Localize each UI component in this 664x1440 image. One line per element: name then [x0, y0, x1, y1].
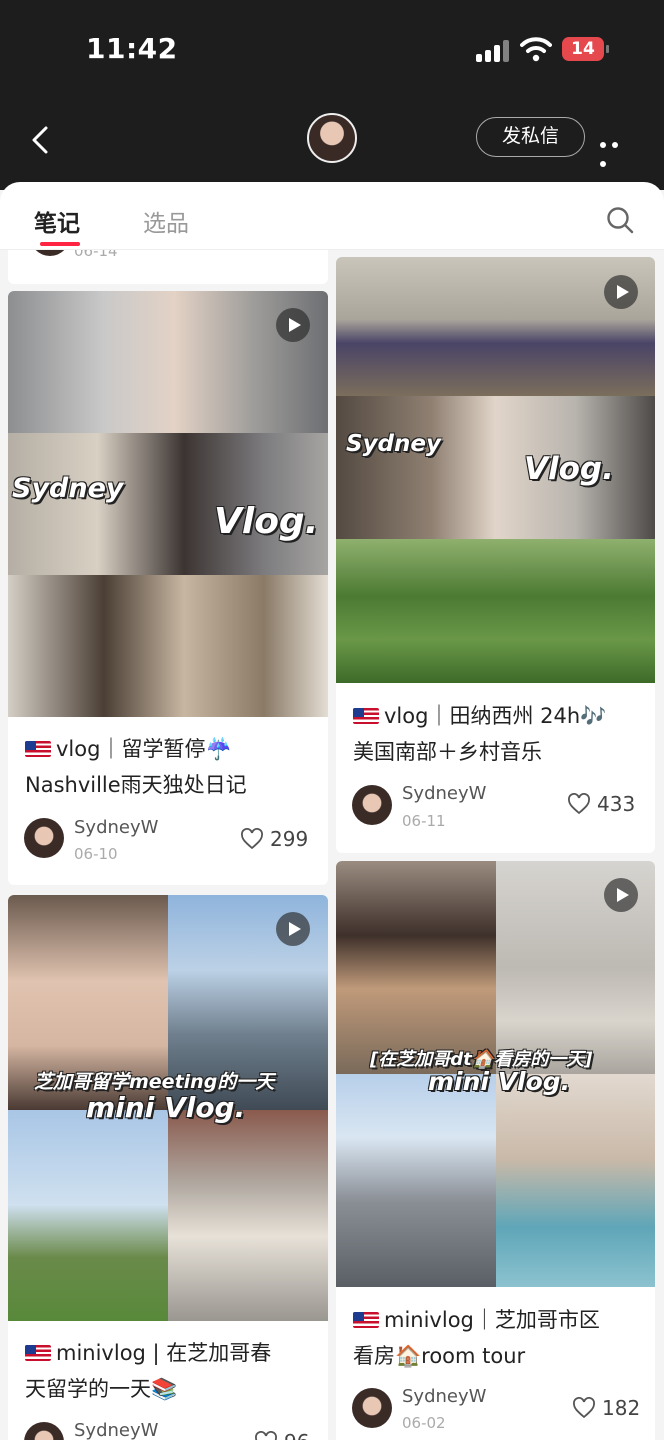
play-icon [276, 308, 310, 342]
thumbnail-overlay-text: Sydney [346, 431, 441, 457]
us-flag-icon [353, 708, 379, 724]
us-flag-icon [25, 741, 51, 757]
us-flag-icon [25, 1345, 51, 1361]
video-thumbnail[interactable]: Sydney Vlog. [336, 257, 655, 683]
note-card[interactable]: Sydney Vlog. vlog｜留学暂停☔️ Nashville雨天独处日记… [8, 291, 328, 885]
thumbnail-frame [336, 539, 655, 683]
heart-icon[interactable] [240, 828, 264, 850]
like-count: 182 [602, 1396, 641, 1420]
post-date: 06-02 [402, 1414, 446, 1432]
battery-icon: 14 [562, 37, 609, 61]
thumbnail-overlay-text: mini Vlog. [428, 1067, 571, 1096]
author-name[interactable]: SydneyW [74, 817, 158, 838]
post-title[interactable]: minivlog | 在芝加哥春 天留学的一天📚 [25, 1335, 271, 1407]
more-horizontal-icon[interactable] [600, 133, 634, 167]
author-name[interactable]: SydneyW [402, 1386, 486, 1407]
search-icon[interactable] [606, 206, 634, 234]
post-title[interactable]: vlog｜田纳西州 24h🎶 美国南部＋乡村音乐 [353, 698, 606, 770]
author-avatar[interactable] [352, 785, 392, 825]
thumbnail-frame [336, 861, 496, 1074]
play-icon [276, 912, 310, 946]
wifi-icon [520, 37, 552, 62]
tab-products[interactable]: 选品 [143, 204, 189, 238]
author-avatar[interactable] [24, 1422, 64, 1440]
heart-icon[interactable] [567, 793, 591, 815]
avatar[interactable] [307, 113, 357, 163]
thumbnail-overlay-text: mini Vlog. [86, 1091, 246, 1124]
profile-header: 发私信 [0, 100, 664, 190]
note-card[interactable]: Sydney Vlog. vlog｜田纳西州 24h🎶 美国南部＋乡村音乐 Sy… [336, 257, 655, 853]
post-date: 06-11 [402, 812, 446, 830]
heart-icon[interactable] [254, 1431, 278, 1440]
thumbnail-frame [336, 257, 655, 396]
tab-notes[interactable]: 笔记 [34, 204, 80, 238]
video-thumbnail[interactable]: 芝加哥留学meeting的一天 mini Vlog. [8, 895, 328, 1321]
thumbnail-overlay-text: Vlog. [524, 451, 614, 487]
author-name[interactable]: SydneyW [74, 1420, 158, 1440]
us-flag-icon [353, 1312, 379, 1328]
like-count: 299 [270, 827, 309, 851]
like-count: 433 [597, 792, 636, 816]
author-name[interactable]: SydneyW [402, 783, 486, 804]
signal-icon [476, 40, 510, 62]
thumbnail-frame [336, 1074, 496, 1287]
video-thumbnail[interactable]: [在芝加哥dt🏠看房的一天] mini Vlog. [336, 861, 655, 1287]
chevron-left-icon[interactable] [26, 122, 58, 158]
thumbnail-frame [8, 1110, 168, 1321]
active-tab-indicator [40, 242, 80, 246]
note-card[interactable]: [在芝加哥dt🏠看房的一天] mini Vlog. minivlog｜芝加哥市区… [336, 861, 655, 1440]
post-title[interactable]: vlog｜留学暂停☔️ Nashville雨天独处日记 [25, 731, 247, 803]
post-date: 06-10 [74, 845, 118, 863]
heart-icon[interactable] [572, 1397, 596, 1419]
thumbnail-frame [8, 575, 328, 717]
note-card[interactable]: 芝加哥留学meeting的一天 mini Vlog. minivlog | 在芝… [8, 895, 328, 1440]
thumbnail-frame [496, 1074, 655, 1287]
play-icon [604, 275, 638, 309]
thumbnail-overlay-text: 芝加哥留学meeting的一天 [34, 1071, 275, 1093]
thumbnail-overlay-text: Vlog. [214, 501, 319, 542]
like-count: 96 [284, 1430, 309, 1440]
message-button[interactable]: 发私信 [476, 117, 585, 157]
thumbnail-overlay-text: Sydney [12, 473, 124, 504]
tab-bar: 笔记 选品 [0, 182, 664, 250]
status-bar: 11:42 14 [0, 0, 664, 100]
status-time: 11:42 [86, 32, 178, 65]
author-avatar[interactable] [352, 1388, 392, 1428]
author-avatar[interactable] [24, 818, 64, 858]
play-icon [604, 878, 638, 912]
thumbnail-frame [168, 1110, 328, 1321]
post-title[interactable]: minivlog｜芝加哥市区 看房🏠room tour [353, 1302, 600, 1374]
video-thumbnail[interactable]: Sydney Vlog. [8, 291, 328, 717]
